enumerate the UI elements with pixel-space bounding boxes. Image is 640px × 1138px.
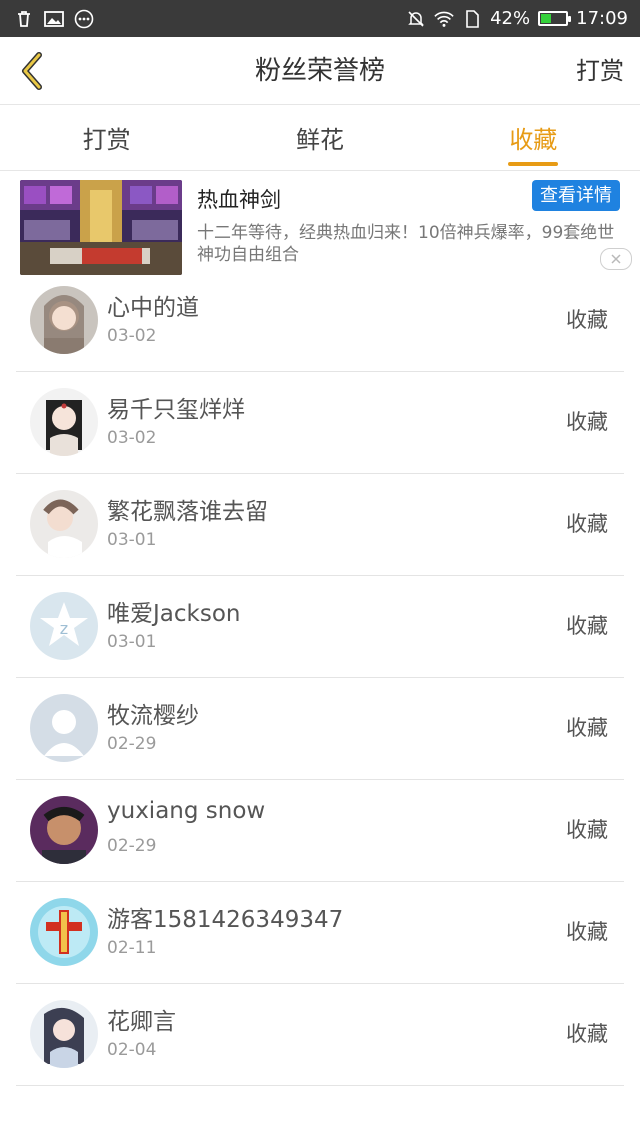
user-name: 心中的道: [107, 295, 199, 321]
avatar[interactable]: [30, 388, 98, 456]
item-action: 收藏: [566, 920, 608, 944]
trash-icon: [14, 9, 34, 29]
avatar[interactable]: [30, 286, 98, 354]
item-action: 收藏: [566, 614, 608, 638]
list-item[interactable]: z 唯爱Jackson 03-01 收藏: [16, 576, 624, 678]
user-name: 唯爱Jackson: [107, 601, 241, 627]
avatar[interactable]: [30, 1000, 98, 1068]
more-dots-icon: [74, 9, 94, 29]
list-item[interactable]: 牧流樱纱 02-29 收藏: [16, 678, 624, 780]
avatar[interactable]: [30, 490, 98, 558]
avatar[interactable]: z: [30, 592, 98, 660]
battery-level-fill: [541, 14, 552, 23]
ad-title: 热血神剑: [197, 188, 281, 212]
list-item[interactable]: 心中的道 03-02 收藏: [16, 270, 624, 372]
avatar[interactable]: [30, 694, 98, 762]
sim-icon: [462, 9, 482, 29]
list-item[interactable]: 易千只玺烊烊 03-02 收藏: [16, 372, 624, 474]
user-name: 花卿言: [107, 1009, 176, 1035]
item-date: 03-01: [107, 632, 157, 652]
item-date: 03-02: [107, 326, 157, 346]
user-name: 游客1581426349347: [107, 907, 344, 933]
tab-reward[interactable]: 打赏: [0, 105, 213, 170]
item-action: 收藏: [566, 308, 608, 332]
item-action: 收藏: [566, 716, 608, 740]
svg-text:z: z: [60, 619, 68, 638]
status-bar: 42% 17:09: [0, 0, 640, 37]
item-action: 收藏: [566, 1022, 608, 1046]
item-action: 收藏: [566, 512, 608, 536]
user-name: 易千只玺烊烊: [107, 397, 245, 423]
page-title: 粉丝荣誉榜: [254, 56, 385, 86]
item-action: 收藏: [566, 410, 608, 434]
item-date: 02-29: [107, 836, 157, 856]
clock: 17:09: [576, 8, 628, 29]
avatar[interactable]: [30, 898, 98, 966]
battery-percent: 42%: [490, 8, 531, 29]
app-header: 粉丝荣誉榜 打赏: [0, 37, 640, 105]
ad-details-button[interactable]: 查看详情: [532, 180, 620, 211]
list-item[interactable]: 繁花飘落谁去留 03-01 收藏: [16, 474, 624, 576]
item-action: 收藏: [566, 818, 608, 842]
wifi-icon: [434, 9, 454, 29]
mute-icon: [406, 9, 426, 29]
item-date: 02-11: [107, 938, 157, 958]
tab-bar: 打赏 鲜花 收藏: [0, 105, 640, 171]
list-item[interactable]: 花卿言 02-04 收藏: [16, 984, 624, 1086]
ad-image[interactable]: [20, 180, 182, 275]
reward-button[interactable]: 打赏: [576, 37, 624, 105]
tab-flowers[interactable]: 鲜花: [213, 105, 426, 170]
fans-list: 心中的道 03-02 收藏 易千只玺烊烊 03-02 收藏 繁花飘落谁去留 03…: [16, 270, 624, 1086]
tab-favorites[interactable]: 收藏: [427, 105, 640, 170]
user-name: yuxiang snow: [107, 798, 266, 824]
item-date: 02-29: [107, 734, 157, 754]
user-name: 牧流樱纱: [107, 703, 199, 729]
item-date: 03-01: [107, 530, 157, 550]
item-date: 03-02: [107, 428, 157, 448]
image-icon: [44, 9, 64, 29]
close-ad-button[interactable]: [600, 248, 632, 270]
battery-icon: [538, 11, 572, 26]
item-date: 02-04: [107, 1040, 157, 1060]
ad-description: 十二年等待，经典热血归来！10倍神兵爆率，99套绝世神功自由组合: [197, 223, 615, 265]
user-name: 繁花飘落谁去留: [107, 499, 268, 525]
ad-banner[interactable]: 热血神剑 查看详情 十二年等待，经典热血归来！10倍神兵爆率，99套绝世神功自由…: [0, 172, 640, 275]
avatar[interactable]: [30, 796, 98, 864]
list-item[interactable]: yuxiang snow 02-29 收藏: [16, 780, 624, 882]
close-icon: [611, 254, 621, 264]
list-item[interactable]: 游客1581426349347 02-11 收藏: [16, 882, 624, 984]
